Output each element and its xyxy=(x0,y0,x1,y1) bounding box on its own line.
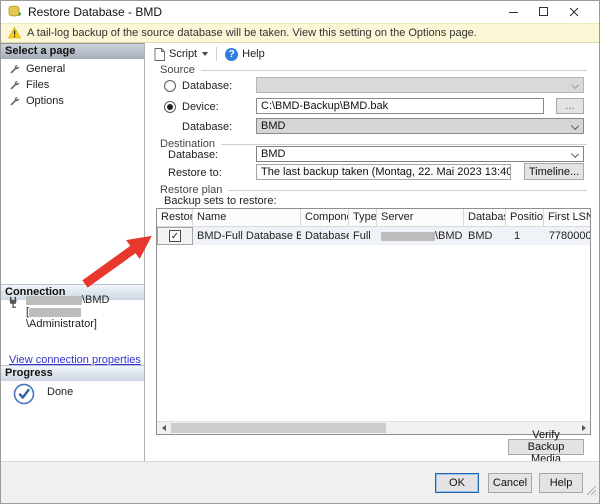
help-icon: ? xyxy=(225,47,239,61)
server-cell: \BMD xyxy=(377,227,464,245)
script-button[interactable]: Script xyxy=(150,47,212,62)
sidebar-item-general[interactable]: General xyxy=(1,61,144,77)
plug-icon xyxy=(7,296,20,330)
toolbar-separator xyxy=(216,47,218,61)
close-button[interactable] xyxy=(559,1,589,23)
connection-user: [\Administrator] xyxy=(26,306,97,330)
connection-server: \BMD xyxy=(26,294,142,306)
device-path-input[interactable]: C:\BMD-Backup\BMD.bak xyxy=(256,98,544,114)
source-database-combo xyxy=(256,77,584,93)
chevron-down-icon xyxy=(202,52,209,56)
wrench-icon xyxy=(9,64,20,75)
scroll-right-arrow[interactable] xyxy=(577,422,590,434)
title-bar: Restore Database - BMD xyxy=(1,1,599,23)
progress-status: Done xyxy=(47,386,74,398)
first-lsn-cell: 7780000181 xyxy=(548,230,591,242)
redacted-server-name xyxy=(26,295,82,305)
restore-to-label: Restore to: xyxy=(168,167,222,179)
ok-button[interactable]: OK xyxy=(435,473,479,493)
source-database-select[interactable]: BMD xyxy=(256,118,584,134)
window-controls xyxy=(499,1,589,23)
warning-icon xyxy=(8,27,21,39)
database-cell: BMD xyxy=(468,230,493,242)
dialog-toolbar: Script ? Help xyxy=(150,45,269,63)
help-button[interactable]: ? Help xyxy=(221,47,269,62)
cancel-button[interactable]: Cancel xyxy=(488,473,532,493)
sidebar-item-options[interactable]: Options xyxy=(1,93,144,109)
resize-grip[interactable] xyxy=(586,483,597,501)
page-tree: General Files Options xyxy=(1,61,144,109)
restore-cell: ✓ xyxy=(157,227,193,245)
timeline-button[interactable]: Timeline... xyxy=(524,163,584,180)
backup-sets-label: Backup sets to restore: xyxy=(164,195,277,207)
progress-header: Progress xyxy=(1,365,144,381)
help-footer-button[interactable]: Help xyxy=(539,473,583,493)
restore-database-dialog: Restore Database - BMD A tail-log backup… xyxy=(0,0,600,504)
script-label: Script xyxy=(169,48,198,60)
help-label: Help xyxy=(242,48,265,60)
minimize-button[interactable] xyxy=(499,1,529,23)
restore-database-icon xyxy=(8,5,22,19)
redacted-user-name xyxy=(29,307,82,317)
footer-bar: OK Cancel Help xyxy=(1,461,599,503)
table-row[interactable]: ✓ BMD-Full Database Backup Database Full… xyxy=(157,227,591,245)
sidebar-item-files[interactable]: Files xyxy=(1,77,144,93)
destination-database-label: Database: xyxy=(168,149,219,161)
tail-log-warning-bar: A tail-log backup of the source database… xyxy=(1,23,599,43)
window-title: Restore Database - BMD xyxy=(28,5,163,19)
col-first-lsn[interactable]: First LSN xyxy=(544,209,590,227)
scroll-left-arrow[interactable] xyxy=(157,422,170,434)
component-cell: Database xyxy=(305,230,349,242)
sidebar: Select a page General Files Options Conn… xyxy=(1,43,145,461)
redacted-server-name xyxy=(381,231,435,241)
col-database[interactable]: Database xyxy=(464,209,506,227)
wrench-icon xyxy=(9,80,20,91)
col-restore[interactable]: Restore xyxy=(157,209,193,227)
source-device-label: Device: xyxy=(182,101,219,113)
main-panel: Script ? Help Source Database: Device: C… xyxy=(146,43,599,465)
position-cell: 1 xyxy=(514,230,521,242)
chevron-down-icon xyxy=(570,121,580,131)
sidebar-item-label: Files xyxy=(26,79,50,91)
script-icon xyxy=(154,47,165,61)
chevron-down-icon xyxy=(570,149,580,159)
progress-status-row: Done xyxy=(13,383,73,410)
verify-backup-media-button[interactable]: Verify Backup Media xyxy=(508,429,584,465)
scrollbar-thumb[interactable] xyxy=(171,423,386,433)
col-component[interactable]: Component xyxy=(301,209,349,227)
select-a-page-header: Select a page xyxy=(1,43,144,59)
source-database-radio[interactable] xyxy=(164,80,176,92)
browse-button[interactable]: ... xyxy=(556,98,584,114)
table-header-row: Restore Name Component Type Server Datab… xyxy=(157,209,590,227)
destination-database-select[interactable]: BMD xyxy=(256,146,584,162)
sidebar-item-label: Options xyxy=(26,95,64,107)
name-cell: BMD-Full Database Backup xyxy=(197,230,301,242)
restore-to-field: The last backup taken (Montag, 22. Mai 2… xyxy=(256,164,511,180)
source-database-label: Database: xyxy=(182,80,233,92)
col-position[interactable]: Position xyxy=(506,209,544,227)
type-cell: Full xyxy=(353,230,371,242)
col-name[interactable]: Name xyxy=(193,209,301,227)
done-check-icon xyxy=(13,383,35,410)
wrench-icon xyxy=(9,96,20,107)
source-database-select-label: Database: xyxy=(182,121,233,133)
connection-info: \BMD [\Administrator] xyxy=(7,294,142,330)
source-device-radio[interactable] xyxy=(164,101,176,113)
sidebar-item-label: General xyxy=(26,63,66,75)
source-group-header: Source xyxy=(160,64,587,76)
col-type[interactable]: Type xyxy=(349,209,377,227)
warning-text: A tail-log backup of the source database… xyxy=(27,27,477,39)
chevron-down-icon xyxy=(570,80,580,90)
col-server[interactable]: Server xyxy=(377,209,464,227)
maximize-button[interactable] xyxy=(529,1,559,23)
backup-sets-table: Restore Name Component Type Server Datab… xyxy=(156,208,591,435)
restore-checkbox[interactable]: ✓ xyxy=(169,230,181,242)
